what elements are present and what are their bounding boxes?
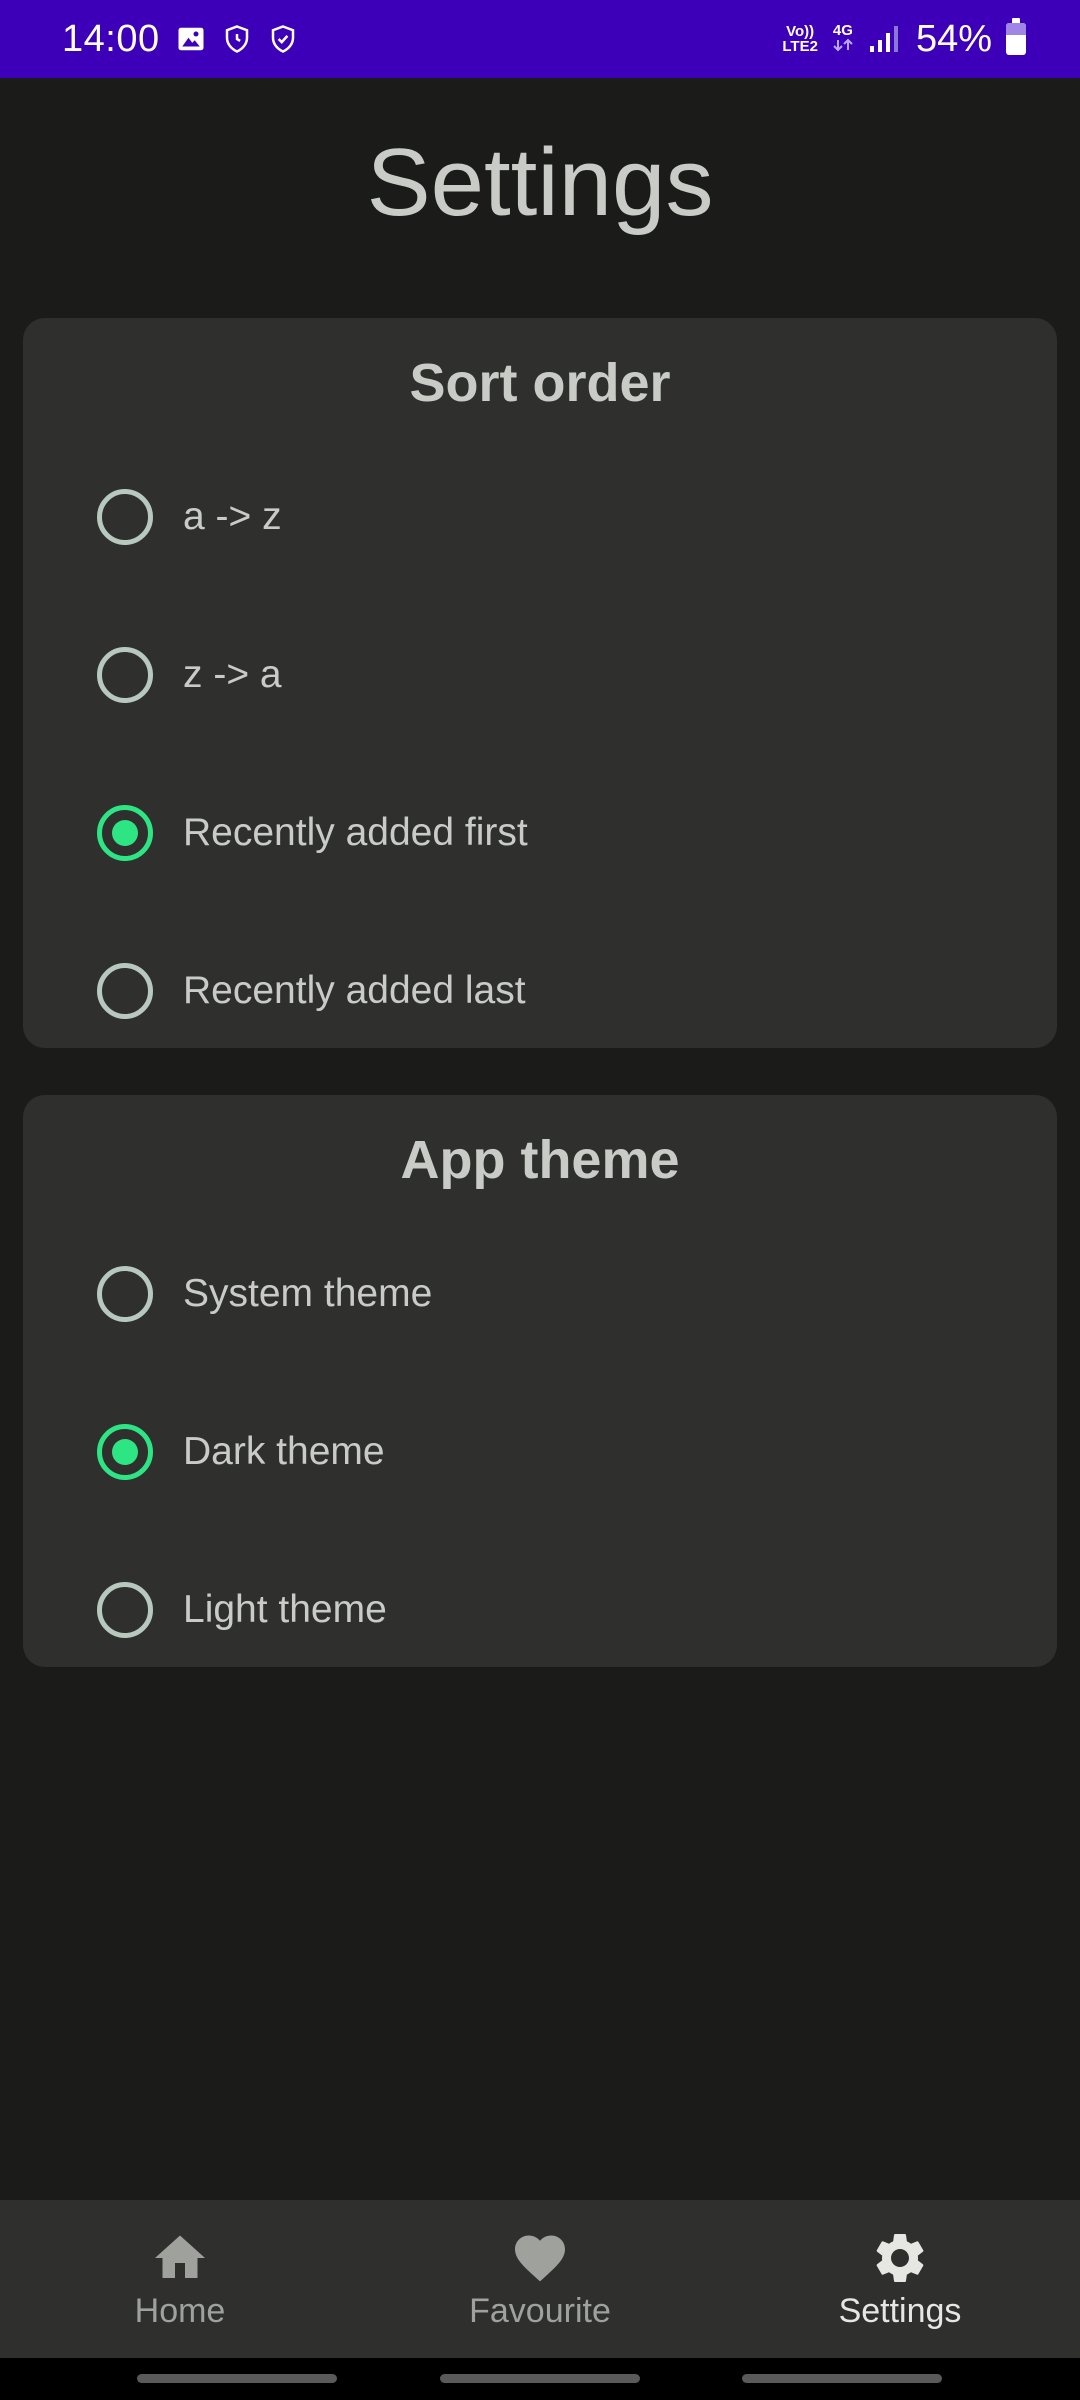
heart-icon <box>515 2235 565 2281</box>
shield-check-icon <box>271 25 294 53</box>
option-label: Recently added first <box>183 811 528 854</box>
radio-button[interactable] <box>97 1266 153 1322</box>
nav-label-settings: Settings <box>838 2291 962 2330</box>
sort-order-card: Sort order a -> z z -> a Recently added … <box>23 318 1057 1048</box>
option-label: Dark theme <box>183 1430 385 1473</box>
app-theme-title: App theme <box>400 1130 680 1190</box>
option-label: z -> a <box>183 653 282 696</box>
theme-option-dark[interactable]: Dark theme <box>23 1373 1057 1531</box>
battery-icon <box>1006 18 1026 55</box>
data-type: 4G <box>832 22 853 39</box>
status-bar-left: 14:00 <box>62 18 298 61</box>
radio-button[interactable] <box>97 489 153 545</box>
volte-top: Vo)) <box>786 23 815 40</box>
data-arrows-icon <box>833 38 853 52</box>
radio-button[interactable] <box>97 963 153 1019</box>
status-time: 14:00 <box>62 17 160 60</box>
theme-option-system[interactable]: System theme <box>23 1215 1057 1373</box>
gesture-pill-center[interactable] <box>440 2374 640 2383</box>
sort-option-z-a[interactable]: z -> a <box>23 596 1057 754</box>
gesture-pill-left[interactable] <box>137 2374 337 2383</box>
app-theme-card: App theme System theme Dark theme Light … <box>23 1095 1057 1667</box>
option-label: a -> z <box>183 495 282 538</box>
radio-button-selected[interactable] <box>97 805 153 861</box>
option-label: System theme <box>183 1272 433 1315</box>
home-icon <box>155 2235 205 2278</box>
sort-option-recent-first[interactable]: Recently added first <box>23 754 1057 912</box>
page-title: Settings <box>366 129 714 236</box>
sort-order-title: Sort order <box>409 353 671 413</box>
image-icon <box>178 27 204 51</box>
gear-icon <box>876 2233 924 2282</box>
nav-item-settings[interactable]: Settings <box>720 2200 1080 2358</box>
radio-button[interactable] <box>97 1582 153 1638</box>
radio-button-selected[interactable] <box>97 1424 153 1480</box>
radio-button[interactable] <box>97 647 153 703</box>
theme-option-light[interactable]: Light theme <box>23 1531 1057 1689</box>
status-bar-right: Vo)) LTE2 4G 54% <box>782 18 1026 61</box>
battery-percent: 54% <box>915 17 992 60</box>
option-label: Recently added last <box>183 969 526 1012</box>
nav-item-favourite[interactable]: Favourite <box>360 2200 720 2358</box>
signal-icon <box>869 26 898 52</box>
nav-item-home[interactable]: Home <box>0 2200 360 2358</box>
volte-bottom: LTE2 <box>782 38 818 55</box>
shield-clock-icon <box>225 25 248 53</box>
volte-indicator: Vo)) LTE2 <box>782 24 818 54</box>
option-label: Light theme <box>183 1588 387 1631</box>
sort-option-a-z[interactable]: a -> z <box>23 438 1057 596</box>
nav-label-favourite: Favourite <box>469 2291 611 2330</box>
status-bar: 14:00 Vo)) LTE2 4G 54% <box>0 0 1080 78</box>
sort-option-recent-last[interactable]: Recently added last <box>23 912 1057 1070</box>
data-indicator: 4G <box>832 23 854 55</box>
gesture-pill-right[interactable] <box>742 2374 942 2383</box>
bottom-navigation: Home Favourite Settings <box>0 2200 1080 2358</box>
nav-label-home: Home <box>134 2291 226 2330</box>
